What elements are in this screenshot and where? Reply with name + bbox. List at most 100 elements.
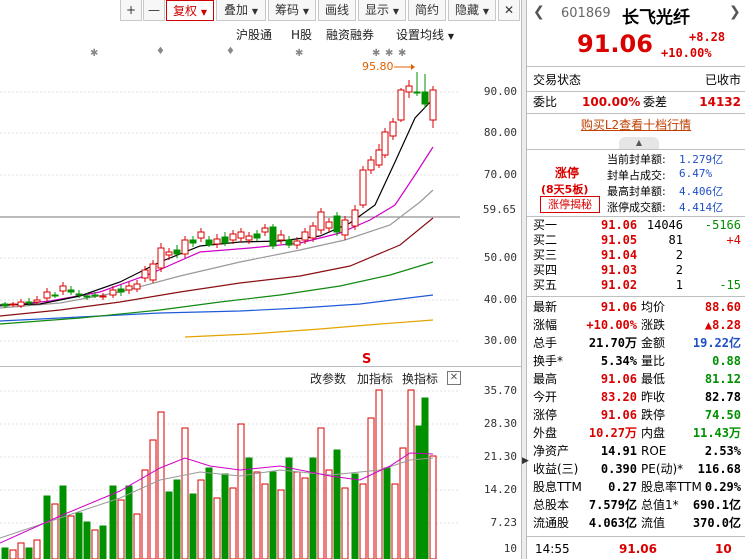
bid-price: 91.04 [601, 248, 638, 262]
volume-bar [367, 417, 375, 559]
candle-body [237, 231, 245, 239]
event-marker: ✱ [385, 48, 393, 59]
zoom-out-button[interactable]: — [143, 0, 165, 21]
indicator-close-button[interactable]: ✕ [447, 371, 461, 385]
add-indicator-button[interactable]: 加指标 [357, 370, 393, 387]
candle-body [17, 301, 25, 307]
switch-indicator-button[interactable]: 换指标 [402, 370, 438, 387]
price-chart[interactable]: 95.80 ✱ ♦ ♦ ✱ ✱ ✱ ✱ S [0, 40, 521, 365]
volume-bar [351, 473, 359, 559]
tick-volume: 10 [715, 542, 732, 556]
volume-bar [43, 495, 51, 559]
stat-value-right: 88.60 [704, 300, 741, 314]
stat-label-right: PE(动)* [641, 462, 684, 476]
next-stock-icon[interactable]: ❯ [729, 4, 741, 20]
chouma-label: 筹码 [275, 3, 300, 17]
candle-body [205, 239, 213, 246]
jianyue-button[interactable]: 简约 [408, 0, 446, 21]
volume-bar [221, 473, 229, 559]
weibi-row: 委比 100.00% 委差 14132 [527, 92, 745, 112]
limit-up-days: (8天5板) [541, 183, 589, 196]
candle-body [309, 225, 317, 239]
stat-value-left: 83.20 [600, 390, 637, 404]
candle-body [59, 285, 67, 292]
candle-body [375, 149, 383, 166]
divider [527, 66, 745, 67]
volume-bar [59, 485, 67, 559]
candle-body [389, 121, 397, 137]
candle-body [333, 215, 341, 233]
stat-label-right: 昨收 [641, 390, 666, 404]
latest-price: 91.06 [577, 30, 653, 58]
zoom-in-button[interactable]: + [120, 0, 142, 21]
stat-label-right: 流值 [641, 516, 666, 530]
volume-bar [245, 457, 253, 559]
divider [527, 216, 745, 217]
candle-body [141, 269, 149, 279]
candle-body [405, 85, 413, 93]
candle-body [181, 239, 189, 255]
volume-bar [197, 479, 205, 559]
stat-row: 涨停 91.06 跌停 74.50 [527, 406, 745, 424]
stock-code: 601869 [561, 6, 611, 21]
candle-body [359, 169, 367, 206]
weibi-value: 100.00% [582, 95, 641, 109]
chouma-dropdown[interactable]: 筹码 ▼ [268, 0, 316, 21]
status-value: 已收市 [704, 73, 741, 87]
volume-bar [391, 483, 399, 559]
fuquan-dropdown[interactable]: 复权 ▼ [166, 0, 214, 21]
stat-row: 今开 83.20 昨收 82.78 [527, 388, 745, 406]
volume-bar [421, 397, 429, 559]
xianshi-dropdown[interactable]: 显示 ▼ [358, 0, 406, 21]
ma-line-orange [184, 319, 434, 338]
volume-bar [125, 485, 133, 559]
kline-chart-area[interactable]: + — 复权 ▼ 叠加 ▼ 筹码 ▼ 画线 显示 ▼ 简约 隐藏 ▼ ✕ 沪股通… [0, 0, 521, 559]
price-tick: 30.00 [483, 334, 517, 347]
stat-label-right: 涨跌 [641, 318, 666, 332]
diejia-dropdown[interactable]: 叠加 ▼ [216, 0, 266, 21]
candle-body [325, 221, 333, 229]
stat-value-left: 0.27 [608, 480, 637, 494]
event-marker: ✱ [90, 48, 98, 59]
event-marker: ✱ [295, 48, 303, 59]
prev-stock-icon[interactable]: ❮ [533, 4, 545, 20]
yincang-dropdown[interactable]: 隐藏 ▼ [448, 0, 496, 21]
candle-body [245, 235, 253, 241]
volume-bar [359, 483, 367, 559]
price-change: +8.28 [689, 30, 726, 44]
volume-bar [149, 439, 157, 559]
stat-value-right: 2.53% [704, 444, 741, 458]
candle-body [1, 303, 9, 307]
candle-body [213, 238, 221, 245]
expand-handle-icon[interactable]: ▲ [619, 137, 659, 149]
volume-bar [285, 457, 293, 559]
volume-bar [213, 497, 221, 559]
chevron-down-icon: ▼ [302, 7, 309, 16]
quote-panel: ❮ 601869 长飞光纤 ❯ 91.06 +8.28 +10.00% 交易状态… [527, 0, 745, 559]
stat-label-left: 收益(三) [533, 462, 579, 476]
stat-label-left: 涨幅 [533, 318, 558, 332]
volume-bar [109, 485, 117, 559]
limit-up-reveal-button[interactable]: 涨停揭秘 [540, 196, 600, 213]
bid-price: 91.02 [601, 278, 638, 292]
change-params-button[interactable]: 改参数 [310, 370, 346, 387]
stat-value-left: 21.70万 [588, 336, 637, 350]
stat-row: 总手 21.70万 金额 19.22亿 [527, 334, 745, 352]
candlesticks [1, 72, 437, 308]
event-marker: ✱ [372, 48, 380, 59]
seal-label: 当前封单额: [607, 153, 666, 166]
huaxian-button[interactable]: 画线 [318, 0, 356, 21]
volume-bar [189, 493, 197, 559]
event-marker: ♦ [226, 46, 235, 57]
volume-chart[interactable] [0, 388, 521, 559]
volume-bar [99, 525, 107, 559]
stat-label-right: 最低 [641, 372, 666, 386]
candle-body [25, 301, 33, 304]
buy-l2-link[interactable]: 购买L2查看十档行情 [527, 115, 745, 135]
divider [527, 113, 745, 114]
stat-label-left: 流通股 [533, 516, 570, 530]
window-close-button[interactable]: ✕ [498, 0, 520, 21]
volume-bar [91, 529, 99, 559]
candle-body [253, 233, 261, 239]
bid-volume: 2 [675, 248, 683, 262]
